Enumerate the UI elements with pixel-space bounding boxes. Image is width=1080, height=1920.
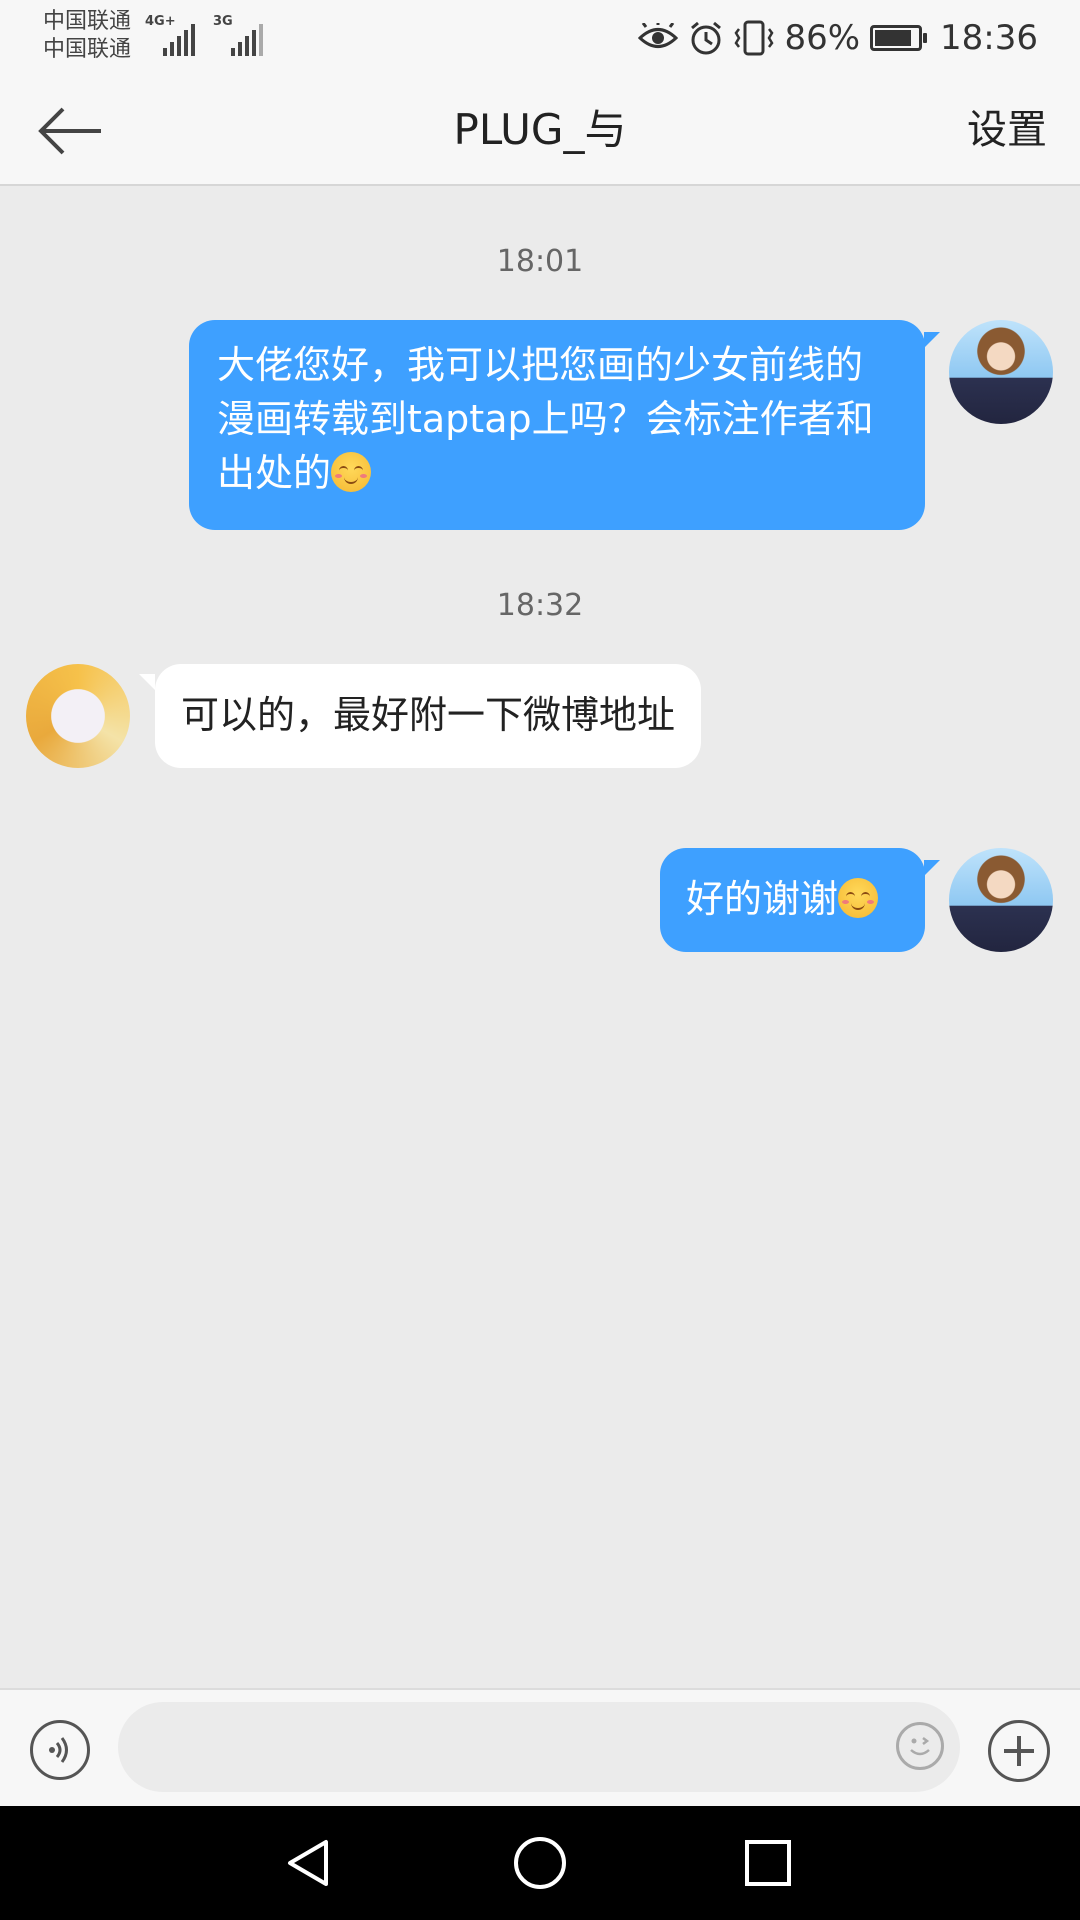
battery-fill xyxy=(875,30,912,46)
emoji-button[interactable] xyxy=(896,1722,944,1770)
message-text: 好的谢谢 xyxy=(686,877,839,921)
status-right: 86% 18:36 xyxy=(638,0,1038,76)
message-input[interactable] xyxy=(118,1702,960,1792)
message-text: 大佬您好，我可以把您画的少女前线的漫画转载到taptap上吗？会标注作者和出处的 xyxy=(217,343,874,495)
chat-title: PLUG_与 xyxy=(453,105,627,154)
clock: 18:36 xyxy=(940,18,1038,58)
sent-message-bubble[interactable]: 好的谢谢 xyxy=(660,848,925,952)
voice-button[interactable] xyxy=(30,1720,90,1780)
plus-button[interactable] xyxy=(988,1720,1050,1782)
bubble-tail xyxy=(924,860,940,876)
my-avatar[interactable] xyxy=(949,848,1053,952)
vibrate-icon xyxy=(734,19,774,57)
emoji-icon xyxy=(910,1737,930,1756)
eye-icon xyxy=(638,23,679,53)
carrier-1: 中国联通 xyxy=(43,9,132,34)
bubble-tail xyxy=(924,332,940,348)
nav-home-button[interactable] xyxy=(510,1833,570,1893)
signal-3g-icon: 3G xyxy=(213,14,265,56)
settings-button[interactable]: 设置 xyxy=(967,76,1047,184)
carrier-2: 中国联通 xyxy=(43,37,132,62)
sent-message-bubble[interactable]: 大佬您好，我可以把您画的少女前线的漫画转载到taptap上吗？会标注作者和出处的 xyxy=(189,320,925,530)
network-2-label: 3G xyxy=(213,14,233,29)
chat-screen: 中国联通 中国联通 4G+ 3G 86% 18:36 PLUG_与 设置 18:… xyxy=(0,0,1080,1920)
input-bar xyxy=(0,1688,1080,1806)
recents-square-icon xyxy=(745,1840,791,1886)
carrier-info: 中国联通 中国联通 xyxy=(43,8,131,64)
battery-icon xyxy=(870,25,928,51)
blush-smile-emoji-icon xyxy=(331,452,372,492)
nav-back-button[interactable] xyxy=(280,1833,340,1893)
timestamp: 18:01 xyxy=(496,244,584,279)
system-nav-bar xyxy=(0,1806,1080,1920)
message-list[interactable]: 18:01 大佬您好，我可以把您画的少女前线的漫画转载到taptap上吗？会标注… xyxy=(0,186,1080,1688)
received-message-bubble[interactable]: 可以的，最好附一下微博地址 xyxy=(155,664,702,768)
status-bar: 中国联通 中国联通 4G+ 3G 86% 18:36 xyxy=(0,0,1080,76)
nav-recents-button[interactable] xyxy=(738,1833,798,1893)
back-triangle-icon xyxy=(288,1840,328,1886)
alarm-icon xyxy=(688,20,724,56)
my-avatar[interactable] xyxy=(949,320,1053,424)
bubble-tail xyxy=(139,674,155,690)
message-text: 可以的，最好附一下微博地址 xyxy=(181,693,676,737)
battery-percent: 86% xyxy=(784,18,861,58)
blush-smile-emoji-icon xyxy=(838,878,879,918)
timestamp: 18:32 xyxy=(496,588,584,623)
contact-avatar[interactable] xyxy=(26,664,130,768)
home-circle-icon xyxy=(514,1837,566,1889)
voice-icon xyxy=(49,1737,68,1763)
title-bar: PLUG_与 设置 xyxy=(0,76,1080,186)
signal-4g-icon: 4G+ xyxy=(145,14,201,56)
